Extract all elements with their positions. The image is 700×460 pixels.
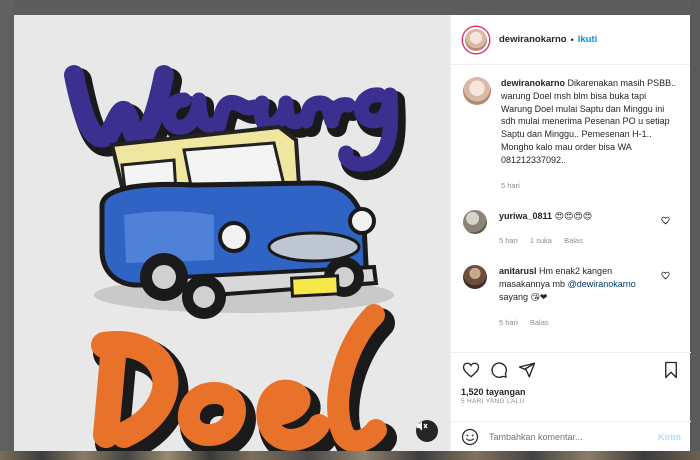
follow-button[interactable]: Ikuti (578, 34, 598, 45)
list-item: anitarusl Hm enak2 kangen masakannya mb … (463, 265, 678, 327)
reply-button[interactable]: Balas (564, 236, 583, 245)
comment-meta: 5 hari Balas (499, 318, 649, 327)
caption-time[interactable]: 5 hari (501, 181, 520, 190)
like-comment-heart-icon[interactable] (661, 271, 670, 280)
comment-text: anitarusl Hm enak2 kangen masakannya mb … (499, 265, 649, 303)
comment-icon[interactable] (489, 361, 509, 379)
post-media[interactable] (14, 15, 450, 451)
background-page-strip (0, 451, 700, 460)
post-comment-button[interactable]: Kirim (658, 432, 681, 442)
post-timestamp[interactable]: 5 HARI YANG LALU (461, 398, 524, 405)
action-bar (461, 361, 681, 379)
window-left-edge (0, 0, 14, 460)
heart-icon[interactable] (461, 361, 481, 379)
comment-meta: 5 hari 1 suka Balas (499, 236, 649, 245)
comment-username[interactable]: anitarusl (499, 266, 537, 276)
add-comment-bar: Kirim (451, 421, 691, 451)
comment-time[interactable]: 5 hari (499, 318, 518, 327)
doel-lettering (91, 304, 397, 451)
post-actions: 1,520 tayangan (451, 352, 691, 404)
mute-button[interactable] (416, 420, 438, 442)
window-right-edge (690, 0, 700, 460)
post-header: dewiranokarno • Ikuti (451, 15, 690, 65)
bookmark-icon[interactable] (661, 361, 681, 379)
comment-username[interactable]: yuriwa_0811 (499, 211, 552, 221)
post-side-panel: dewiranokarno • Ikuti dewiranokarno Dika… (450, 15, 691, 451)
comment-content-tail: sayang 😘❤ (499, 291, 548, 302)
comment-time[interactable]: 5 hari (499, 236, 518, 245)
like-comment-heart-icon[interactable] (661, 216, 670, 225)
caption-avatar[interactable] (463, 77, 491, 105)
emoji-icon[interactable] (461, 428, 479, 446)
reply-button[interactable]: Balas (530, 318, 549, 327)
avatar[interactable] (463, 26, 489, 53)
view-count[interactable]: 1,520 tayangan (461, 387, 681, 397)
window-top-bar (0, 0, 700, 15)
comment-mention[interactable]: @dewiranokarno (568, 279, 636, 289)
list-item: yuriwa_0811 😍😍😍😍 5 hari 1 suka Balas (463, 209, 678, 245)
caption-username[interactable]: dewiranokarno (501, 78, 565, 88)
comment-input[interactable] (489, 431, 658, 442)
caption-content: Dikarenakan masih PSBB.. warung Doel msh… (501, 78, 677, 165)
mute-icon (417, 421, 428, 431)
comment-likes[interactable]: 1 suka (530, 236, 552, 245)
warung-doel-logo (64, 65, 406, 451)
comment-text: yuriwa_0811 😍😍😍😍 (499, 210, 649, 223)
caption-meta: 5 hari (501, 181, 678, 190)
comment-content: 😍😍😍😍 (554, 210, 593, 221)
comments-list[interactable]: dewiranokarno Dikarenakan masih PSBB.. w… (451, 65, 690, 353)
caption-text: dewiranokarno Dikarenakan masih PSBB.. w… (501, 77, 678, 167)
share-icon[interactable] (517, 361, 537, 379)
caption: dewiranokarno Dikarenakan masih PSBB.. w… (463, 77, 678, 190)
header-username[interactable]: dewiranokarno (499, 34, 567, 45)
comment-avatar[interactable] (463, 209, 487, 234)
separator-dot: • (570, 34, 574, 45)
comment-avatar[interactable] (463, 265, 487, 290)
